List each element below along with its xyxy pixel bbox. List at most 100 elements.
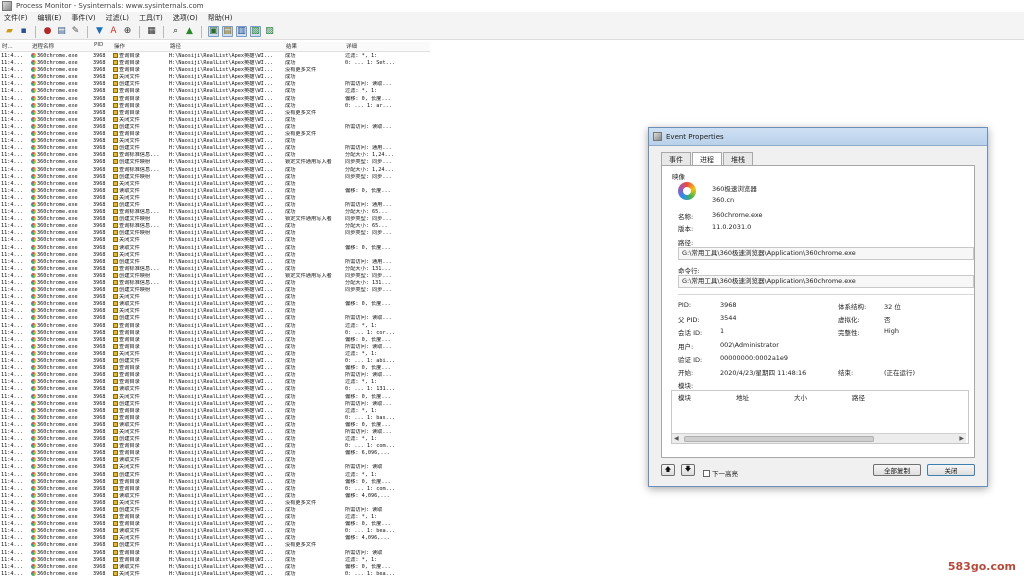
table-row[interactable]: 11:4... 360chrome.exe 3968 关闭文件 H:\Naosiji\R… <box>0 570 430 577</box>
table-row[interactable]: 11:4... 360chrome.exe 3968 关闭文件 H:\Naosiji\R… <box>0 499 430 507</box>
table-row[interactable]: 11:4... 360chrome.exe 3968 查询目录 H:\Naosiji\R… <box>0 549 430 557</box>
table-row[interactable]: 11:4... 360chrome.exe 3968 创建文件映射 H:\Naosiji… <box>0 272 430 280</box>
modules-col-size[interactable]: 大小 <box>788 392 846 402</box>
file-activity-icon[interactable]: ▤ <box>222 26 233 37</box>
table-row[interactable]: 11:4... 360chrome.exe 3968 关闭文件 H:\Naosiji\R… <box>0 294 430 301</box>
table-row[interactable]: 11:4... 360chrome.exe 3968 查询标准信息... H:\Naos… <box>0 209 430 216</box>
menu-options[interactable]: 选项(O) <box>173 13 198 23</box>
table-row[interactable]: 11:4... 360chrome.exe 3968 创建文件映射 H:\Naosiji… <box>0 173 430 181</box>
scroll-right-icon[interactable]: ▶ <box>959 435 964 442</box>
filter-icon[interactable]: ▼ <box>94 26 105 37</box>
modules-col-path[interactable]: 路径 <box>846 392 926 402</box>
find-icon[interactable]: ⌕ <box>170 26 181 37</box>
table-row[interactable]: 11:4... 360chrome.exe 3968 读取文件 H:\Naosiji\R… <box>0 492 430 500</box>
table-row[interactable]: 11:4... 360chrome.exe 3968 查询目录 H:\Naosiji\R… <box>0 131 430 138</box>
table-row[interactable]: 11:4... 360chrome.exe 3968 关闭文件 H:\Naosiji\R… <box>0 180 430 188</box>
table-row[interactable]: 11:4... 360chrome.exe 3968 查询目录 H:\Naosiji\R… <box>0 450 430 457</box>
table-row[interactable]: 11:4... 360chrome.exe 3968 读取文件 H:\Naosiji\R… <box>0 563 430 571</box>
modules-col-address[interactable]: 地址 <box>730 392 788 402</box>
copy-all-button[interactable]: 全部复制 <box>873 464 921 476</box>
col-operation[interactable]: 操作 <box>112 42 168 51</box>
scrollbar-thumb[interactable] <box>684 436 874 442</box>
process-tree-icon[interactable]: ▦ <box>146 26 157 37</box>
table-row[interactable]: 11:4... 360chrome.exe 3968 查询标准信息... H:\Naos… <box>0 166 430 174</box>
menu-help[interactable]: 帮助(H) <box>208 13 233 23</box>
table-row[interactable]: 11:4... 360chrome.exe 3968 查询目录 H:\Naosiji\R… <box>0 60 430 67</box>
col-detail[interactable]: 详细 <box>344 42 430 51</box>
highlight-icon[interactable]: A <box>108 26 119 37</box>
table-row[interactable]: 11:4... 360chrome.exe 3968 查询目录 H:\Naosiji\R… <box>0 343 430 351</box>
profiling-activity-icon[interactable]: ▨ <box>264 26 275 37</box>
col-process-name[interactable]: 进程名称 <box>30 42 92 51</box>
table-row[interactable]: 11:4... 360chrome.exe 3968 创建文件 H:\Naosiji\R… <box>0 81 430 88</box>
table-row[interactable]: 11:4... 360chrome.exe 3968 查询目录 H:\Naosiji\R… <box>0 53 430 60</box>
table-row[interactable]: 11:4... 360chrome.exe 3968 读取文件 H:\Naosiji\R… <box>0 386 430 393</box>
table-row[interactable]: 11:4... 360chrome.exe 3968 查询目录 H:\Naosiji\R… <box>0 478 430 486</box>
table-row[interactable]: 11:4... 360chrome.exe 3968 查询标准信息... H:\Naos… <box>0 280 430 287</box>
table-row[interactable]: 11:4... 360chrome.exe 3968 读取文件 H:\Naosiji\R… <box>0 301 430 308</box>
table-row[interactable]: 11:4... 360chrome.exe 3968 创建文件 H:\Naosiji\R… <box>0 507 430 514</box>
capture-icon[interactable]: ● <box>42 26 53 37</box>
checkbox-box[interactable] <box>703 469 710 477</box>
table-row[interactable]: 11:4... 360chrome.exe 3968 查询目录 H:\Naosiji\R… <box>0 88 430 95</box>
table-row[interactable]: 11:4... 360chrome.exe 3968 创建文件 H:\Naosiji\R… <box>0 358 430 365</box>
table-row[interactable]: 11:4... 360chrome.exe 3968 查询目录 H:\Naosiji\R… <box>0 414 430 422</box>
previous-event-button[interactable]: 🡅 <box>661 464 675 476</box>
table-row[interactable]: 11:4... 360chrome.exe 3968 创建文件 H:\Naosiji\R… <box>0 315 430 322</box>
table-row[interactable]: 11:4... 360chrome.exe 3968 关闭文件 H:\Naosiji\R… <box>0 393 430 401</box>
table-row[interactable]: 11:4... 360chrome.exe 3968 关闭文件 H:\Naosiji\R… <box>0 428 430 436</box>
tab-process[interactable]: 进程 <box>692 152 722 166</box>
table-row[interactable]: 11:4... 360chrome.exe 3968 关闭文件 H:\Naosiji\R… <box>0 194 430 202</box>
table-row[interactable]: 11:4... 360chrome.exe 3968 创建文件 H:\Naosiji\R… <box>0 471 430 479</box>
table-row[interactable]: 11:4... 360chrome.exe 3968 创建文件映射 H:\Naosiji… <box>0 216 430 223</box>
menu-edit[interactable]: 编辑(E) <box>38 13 62 23</box>
scroll-left-icon[interactable]: ◀ <box>674 435 679 442</box>
table-row[interactable]: 11:4... 360chrome.exe 3968 查询标准信息... H:\Naos… <box>0 152 430 159</box>
table-row[interactable]: 11:4... 360chrome.exe 3968 创建文件 H:\Naosiji\R… <box>0 123 430 131</box>
table-row[interactable]: 11:4... 360chrome.exe 3968 查询目录 H:\Naosiji\R… <box>0 365 430 372</box>
table-row[interactable]: 11:4... 360chrome.exe 3968 创建文件 H:\Naosiji\R… <box>0 400 430 408</box>
modules-list[interactable]: 模块 地址 大小 路径 ◀ ▶ <box>671 390 969 444</box>
table-row[interactable]: 11:4... 360chrome.exe 3968 查询目录 H:\Naosiji\R… <box>0 556 430 564</box>
jump-icon[interactable]: ▲ <box>184 26 195 37</box>
menu-tools[interactable]: 工具(T) <box>139 13 163 23</box>
table-row[interactable]: 11:4... 360chrome.exe 3968 查询目录 H:\Naosiji\R… <box>0 407 430 415</box>
menu-event[interactable]: 事件(V) <box>71 13 95 23</box>
table-row[interactable]: 11:4... 360chrome.exe 3968 关闭文件 H:\Naosiji\R… <box>0 251 430 259</box>
next-event-button[interactable]: 🡇 <box>681 464 695 476</box>
command-line-field[interactable]: G:\常用工具\360极速浏览器\Application\360chrome.e… <box>678 275 974 288</box>
next-highlight-checkbox[interactable]: 下一高亮 <box>703 468 738 478</box>
table-row[interactable]: 11:4... 360chrome.exe 3968 查询目录 H:\Naosiji\R… <box>0 336 430 344</box>
modules-horizontal-scrollbar[interactable]: ◀ ▶ <box>672 433 966 443</box>
table-row[interactable]: 11:4... 360chrome.exe 3968 创建文件 H:\Naosiji\R… <box>0 436 430 443</box>
path-field[interactable]: G:\常用工具\360极速浏览器\Application\360chrome.e… <box>678 247 974 260</box>
table-row[interactable]: 11:4... 360chrome.exe 3968 创建文件 H:\Naosiji\R… <box>0 201 430 209</box>
table-row[interactable]: 11:4... 360chrome.exe 3968 查询目录 H:\Naosiji\R… <box>0 329 430 337</box>
table-row[interactable]: 11:4... 360chrome.exe 3968 查询目录 H:\Naosiji\R… <box>0 443 430 450</box>
col-result[interactable]: 结果 <box>284 42 344 51</box>
col-pid[interactable]: PID <box>92 42 112 51</box>
open-icon[interactable]: ▰ <box>4 26 15 37</box>
table-row[interactable]: 11:4... 360chrome.exe 3968 读取文件 H:\Naosiji\R… <box>0 421 430 429</box>
process-activity-icon[interactable]: ▧ <box>250 26 261 37</box>
tab-stack[interactable]: 堆栈 <box>723 152 753 165</box>
table-row[interactable]: 11:4... 360chrome.exe 3968 创建文件 H:\Naosiji\R… <box>0 258 430 266</box>
col-path[interactable]: 路径 <box>168 42 284 51</box>
registry-activity-icon[interactable]: ▣ <box>208 26 219 37</box>
table-row[interactable]: 11:4... 360chrome.exe 3968 创建文件映射 H:\Naosiji… <box>0 159 430 166</box>
table-row[interactable]: 11:4... 360chrome.exe 3968 关闭文件 H:\Naosiji\R… <box>0 308 430 315</box>
table-row[interactable]: 11:4... 360chrome.exe 3968 查询目录 H:\Naosiji\R… <box>0 521 430 528</box>
network-activity-icon[interactable]: ▥ <box>236 26 247 37</box>
close-button[interactable]: 关闭 <box>927 464 975 476</box>
table-row[interactable]: 11:4... 360chrome.exe 3968 读取文件 H:\Naosiji\R… <box>0 457 430 464</box>
table-row[interactable]: 11:4... 360chrome.exe 3968 查询目录 H:\Naosiji\R… <box>0 109 430 117</box>
table-row[interactable]: 11:4... 360chrome.exe 3968 查询标准信息... H:\Naos… <box>0 265 430 273</box>
target-icon[interactable]: ⊕ <box>122 26 133 37</box>
table-row[interactable]: 11:4... 360chrome.exe 3968 创建文件 H:\Naosiji\R… <box>0 542 430 549</box>
table-row[interactable]: 11:4... 360chrome.exe 3968 创建文件映射 H:\Naosiji… <box>0 287 430 294</box>
table-row[interactable]: 11:4... 360chrome.exe 3968 查询目录 H:\Naosiji\R… <box>0 485 430 493</box>
col-time[interactable]: 时... <box>0 42 30 51</box>
table-row[interactable]: 11:4... 360chrome.exe 3968 查询目录 H:\Naosiji\R… <box>0 379 430 386</box>
table-row[interactable]: 11:4... 360chrome.exe 3968 读取文件 H:\Naosiji\R… <box>0 528 430 535</box>
table-row[interactable]: 11:4... 360chrome.exe 3968 关闭文件 H:\Naosiji\R… <box>0 138 430 145</box>
